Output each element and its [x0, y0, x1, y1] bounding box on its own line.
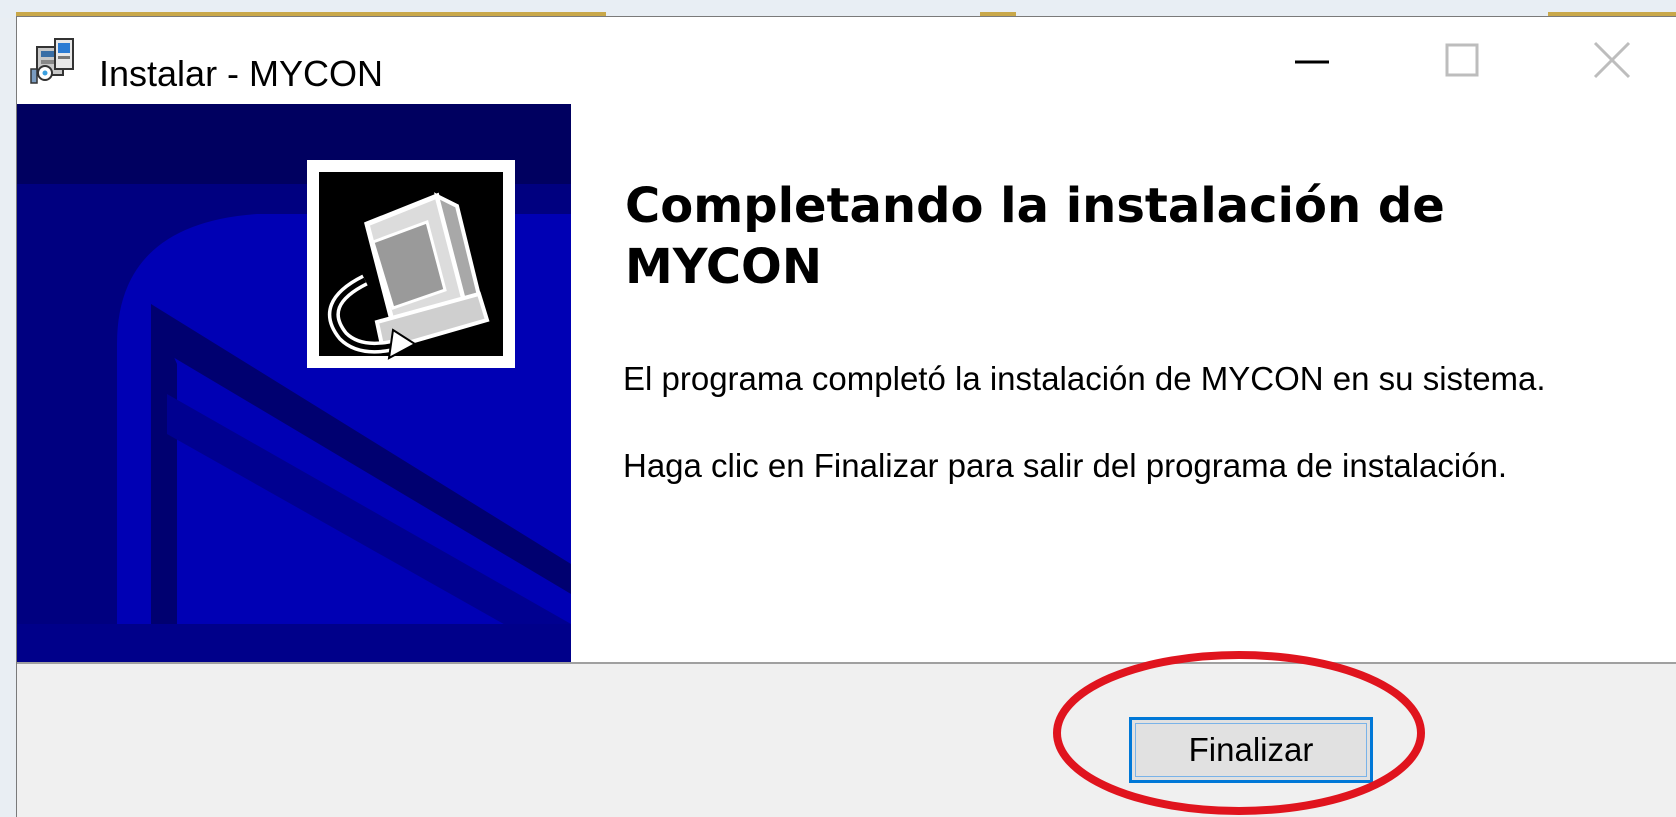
- completion-message: El programa completó la instalación de M…: [623, 360, 1546, 397]
- window-title: Instalar - MYCON: [99, 53, 384, 94]
- finish-button[interactable]: Finalizar: [1129, 717, 1373, 783]
- maximize-button[interactable]: [1387, 17, 1537, 103]
- wizard-side-banner: [17, 104, 571, 662]
- maximize-icon: [1445, 43, 1479, 77]
- installer-icon: [30, 38, 74, 84]
- minimize-icon: [1295, 60, 1329, 64]
- banner-artwork: [17, 104, 571, 662]
- wizard-footer: [17, 664, 1676, 817]
- installer-window: Instalar - MYCON Completando la instalac…: [16, 16, 1676, 817]
- exit-instruction: Haga clic en Finalizar para salir del pr…: [623, 447, 1508, 484]
- close-icon: [1593, 41, 1631, 79]
- close-button[interactable]: [1537, 17, 1676, 103]
- background-desktop-edge: [0, 18, 16, 817]
- minimize-button[interactable]: [1237, 17, 1387, 103]
- page-title: Completando la instalación de MYCON: [625, 178, 1445, 295]
- finish-button-label: Finalizar: [1188, 731, 1314, 768]
- title-bar[interactable]: Instalar - MYCON: [17, 17, 1676, 103]
